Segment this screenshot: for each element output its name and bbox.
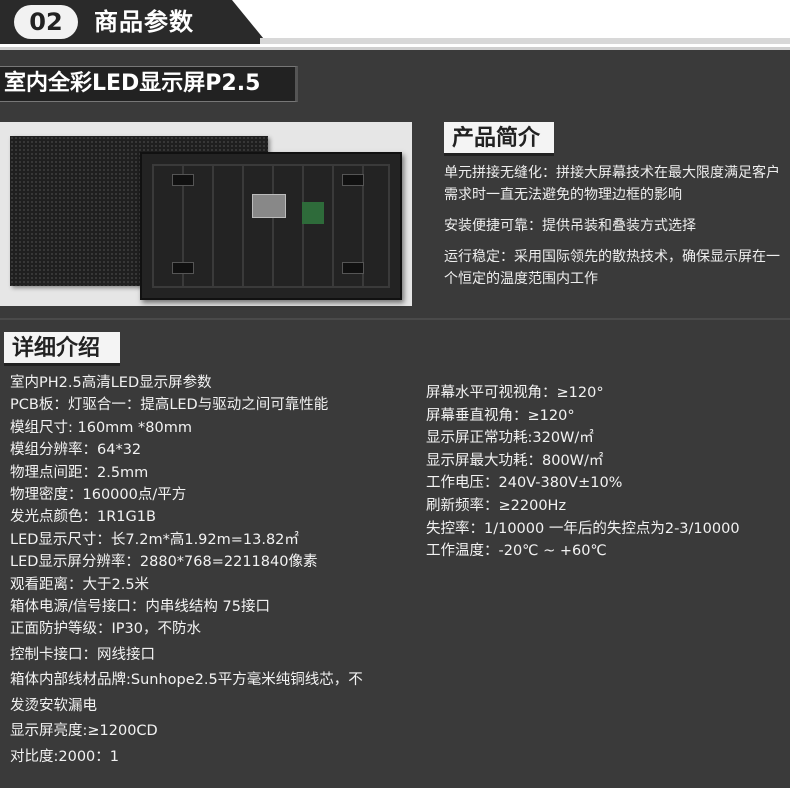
spec-item: LED显示屏分辨率：2880*768=2211840像素	[10, 554, 318, 571]
spec-item: 箱体内部线材品牌:Sunhope2.5平方毫米纯铜线芯，不	[10, 672, 363, 689]
spec-item: 工作温度：-20℃ ~ +60℃	[426, 543, 607, 560]
spec-list-right: 屏幕水平可视视角：≥120° 屏幕垂直视角：≥120° 显示屏正常功耗:320W…	[426, 382, 790, 563]
spec-item: 物理点间距：2.5mm	[10, 464, 149, 481]
product-title-text: 室内全彩LED显示屏P2.5	[4, 71, 261, 96]
spec-item: 刷新频率：≥2200Hz	[426, 497, 567, 514]
spec-item: 工作电压：240V-380V±10%	[426, 475, 623, 492]
spec-item: 屏幕垂直视角：≥120°	[426, 407, 575, 424]
section-header-tab: 02 商品参数	[0, 0, 268, 44]
product-title: 室内全彩LED显示屏P2.5	[0, 66, 298, 102]
spec-item: 显示屏最大功耗：800W/㎡	[426, 452, 604, 469]
module-connector	[172, 174, 194, 186]
spec-list-left: 室内PH2.5高清LED显示屏参数 PCB板：灯驱合一：提高LED与驱动之间可靠…	[10, 372, 410, 768]
spec-item: 对比度:2000：1	[10, 748, 120, 765]
spec-item: 发烫安软漏电	[10, 697, 97, 714]
module-chip	[252, 194, 286, 218]
intro-list: 单元拼接无缝化：拼接大屏幕技术在最大限度满足客户需求时一直无法避免的物理边框的影…	[444, 162, 788, 299]
spec-item: 正面防护等级：IP30，不防水	[10, 621, 201, 638]
led-module-back	[140, 152, 402, 300]
intro-heading: 产品简介	[444, 122, 554, 156]
intro-item: 单元拼接无缝化：拼接大屏幕技术在最大限度满足客户需求时一直无法避免的物理边框的影…	[444, 165, 780, 203]
spec-item: 显示屏正常功耗:320W/㎡	[426, 430, 594, 447]
details-heading: 详细介绍	[4, 332, 120, 366]
section-title: 商品参数	[94, 8, 194, 36]
product-image	[0, 122, 412, 306]
spec-item: 模组尺寸: 160mm *80mm	[10, 419, 192, 436]
spec-item: 控制卡接口：网线接口	[10, 646, 155, 663]
section-number: 02	[14, 5, 78, 39]
module-connector	[342, 174, 364, 186]
section-divider	[0, 318, 790, 320]
intro-item: 运行稳定：采用国际领先的散热技术，确保显示屏在一个恒定的温度范围内工作	[444, 249, 780, 287]
intro-item: 安装便捷可靠：提供吊装和叠装方式选择	[444, 218, 696, 234]
spec-item: 观看距离：大于2.5米	[10, 576, 150, 593]
spec-item: 显示屏亮度:≥1200CD	[10, 723, 158, 740]
module-connector	[172, 262, 194, 274]
spec-item: 室内PH2.5高清LED显示屏参数	[10, 375, 212, 391]
header-divider	[260, 38, 790, 44]
spec-item: 失控率：1/10000 一年后的失控点为2-3/10000	[426, 520, 740, 537]
spec-item: 模组分辨率：64*32	[10, 442, 142, 459]
spec-item: 箱体电源/信号接口：内串线结构 75接口	[10, 599, 270, 616]
spec-item: 物理密度：160000点/平方	[10, 487, 187, 504]
spec-item: PCB板：灯驱合一：提高LED与驱动之间可靠性能	[10, 397, 329, 414]
spec-item: LED显示尺寸：长7.2m*高1.92m=13.82㎡	[10, 531, 299, 548]
section-header: 02 商品参数	[0, 0, 790, 50]
spec-item: 发光点颜色：1R1G1B	[10, 509, 156, 526]
module-connector	[342, 262, 364, 274]
spec-item: 屏幕水平可视视角：≥120°	[426, 385, 604, 401]
module-chip-green	[302, 202, 324, 224]
